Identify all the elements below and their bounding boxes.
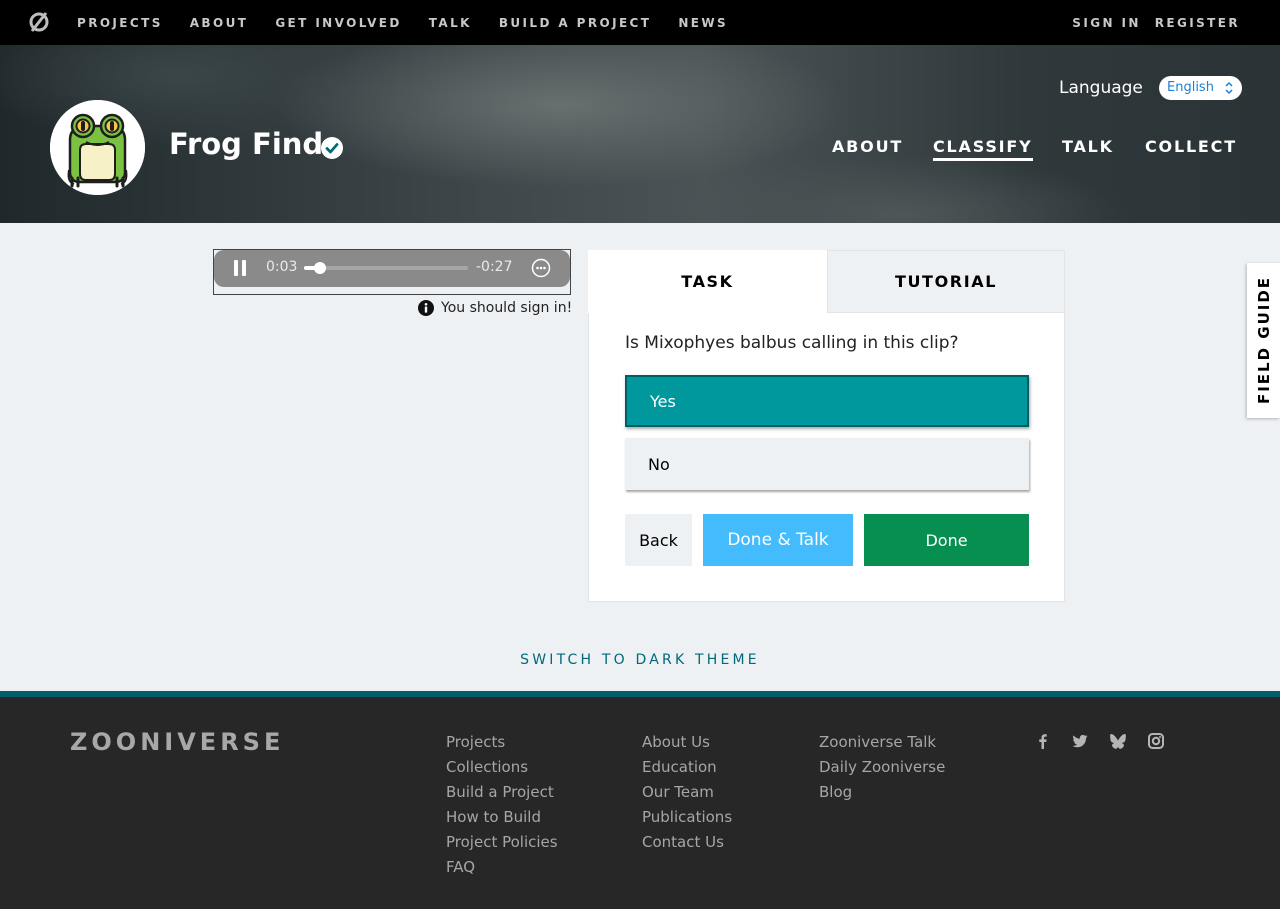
footer-column-projects: Projects Collections Build a Project How… — [446, 733, 558, 883]
chevron-up-down-icon — [1225, 81, 1233, 95]
top-navigation: PROJECTS ABOUT GET INVOLVED TALK BUILD A… — [0, 0, 1280, 45]
done-button[interactable]: Done — [864, 514, 1029, 566]
register-link[interactable]: REGISTER — [1155, 16, 1240, 30]
footer-link-zooniverse-talk[interactable]: Zooniverse Talk — [819, 733, 945, 758]
more-options-icon[interactable] — [531, 258, 551, 278]
tab-task[interactable]: TASK — [588, 250, 827, 313]
verified-badge-icon — [321, 137, 343, 159]
nav-link-about[interactable]: ABOUT — [190, 16, 249, 30]
footer-column-about: About Us Education Our Team Publications… — [642, 733, 732, 858]
info-icon — [418, 300, 434, 316]
footer-link-daily-zooniverse[interactable]: Daily Zooniverse — [819, 758, 945, 783]
project-tab-classify[interactable]: CLASSIFY — [933, 137, 1033, 161]
footer-link-our-team[interactable]: Our Team — [642, 783, 732, 808]
footer-link-publications[interactable]: Publications — [642, 808, 732, 833]
nav-link-build-a-project[interactable]: BUILD A PROJECT — [499, 16, 652, 30]
tab-tutorial[interactable]: TUTORIAL — [827, 250, 1065, 313]
footer-link-how-to-build[interactable]: How to Build — [446, 808, 558, 833]
nav-link-news[interactable]: NEWS — [678, 16, 728, 30]
nav-link-talk[interactable]: TALK — [429, 16, 472, 30]
footer-link-blog[interactable]: Blog — [819, 783, 945, 808]
audio-remaining-time: -0:27 — [476, 259, 513, 275]
facebook-icon[interactable] — [1035, 733, 1051, 749]
sign-in-notice-text: You should sign in! — [441, 300, 573, 316]
instagram-icon[interactable] — [1148, 733, 1164, 749]
footer-link-build-a-project[interactable]: Build a Project — [446, 783, 558, 808]
pause-icon[interactable] — [233, 260, 247, 276]
zooniverse-footer-logo[interactable]: ZOONIVERSE — [70, 728, 284, 756]
answer-no-button[interactable]: No — [625, 438, 1029, 490]
frog-avatar-icon — [50, 100, 145, 195]
footer-link-education[interactable]: Education — [642, 758, 732, 783]
footer-link-about-us[interactable]: About Us — [642, 733, 732, 758]
done-and-talk-button[interactable]: Done & Talk — [703, 514, 853, 566]
language-select-value: English — [1167, 80, 1214, 95]
sign-in-notice: You should sign in! — [418, 298, 572, 318]
footer-link-projects[interactable]: Projects — [446, 733, 558, 758]
project-tab-about[interactable]: ABOUT — [832, 137, 903, 156]
footer-link-faq[interactable]: FAQ — [446, 858, 558, 883]
footer — [0, 691, 1280, 909]
sign-in-link[interactable]: SIGN IN — [1072, 16, 1141, 30]
zooniverse-logo-icon[interactable] — [27, 10, 51, 34]
twitter-icon[interactable] — [1072, 733, 1088, 749]
language-select[interactable]: English — [1159, 76, 1242, 100]
language-label: Language — [1059, 78, 1143, 98]
answer-yes-button[interactable]: Yes — [625, 375, 1029, 427]
back-button[interactable]: Back — [625, 514, 692, 566]
footer-link-project-policies[interactable]: Project Policies — [446, 833, 558, 858]
nav-link-get-involved[interactable]: GET INVOLVED — [275, 16, 401, 30]
footer-link-contact-us[interactable]: Contact Us — [642, 833, 732, 858]
project-title[interactable]: Frog Find — [169, 127, 323, 161]
field-guide-label: FIELD GUIDE — [1255, 275, 1273, 405]
audio-elapsed-time: 0:03 — [266, 259, 298, 275]
nav-link-projects[interactable]: PROJECTS — [77, 16, 163, 30]
bluesky-icon[interactable] — [1110, 733, 1126, 749]
switch-to-dark-theme-button[interactable]: SWITCH TO DARK THEME — [0, 652, 1280, 668]
project-tab-talk[interactable]: TALK — [1062, 137, 1114, 156]
project-tab-collect[interactable]: COLLECT — [1145, 137, 1237, 156]
footer-column-talk: Zooniverse Talk Daily Zooniverse Blog — [819, 733, 945, 808]
field-guide-tab[interactable]: FIELD GUIDE — [1247, 263, 1280, 418]
audio-progress-track[interactable] — [304, 266, 468, 270]
task-question: Is Mixophyes balbus calling in this clip… — [625, 333, 959, 353]
footer-link-collections[interactable]: Collections — [446, 758, 558, 783]
project-avatar[interactable] — [50, 100, 145, 195]
